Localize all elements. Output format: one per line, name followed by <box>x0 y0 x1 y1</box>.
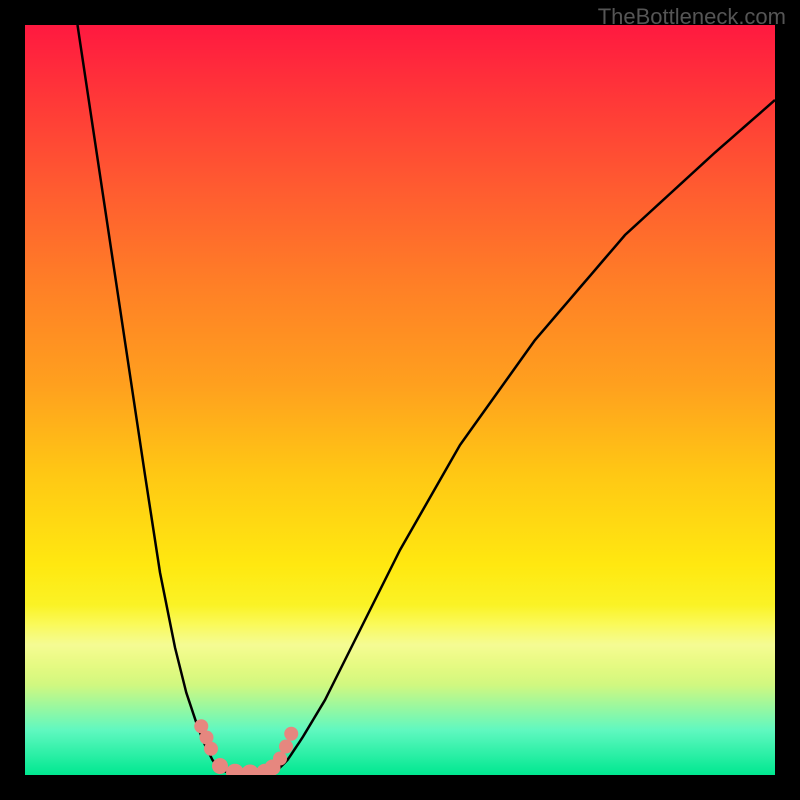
data-point-marker <box>273 752 287 766</box>
curve-svg <box>25 25 775 775</box>
data-point-marker <box>284 727 298 741</box>
watermark-text: TheBottleneck.com <box>598 4 786 30</box>
chart-container: TheBottleneck.com <box>0 0 800 800</box>
data-point-marker <box>204 742 218 756</box>
bottleneck-curve <box>78 25 776 774</box>
data-point-markers <box>194 719 298 775</box>
plot-area <box>25 25 775 775</box>
data-point-marker <box>212 758 228 774</box>
data-point-marker <box>279 740 293 754</box>
